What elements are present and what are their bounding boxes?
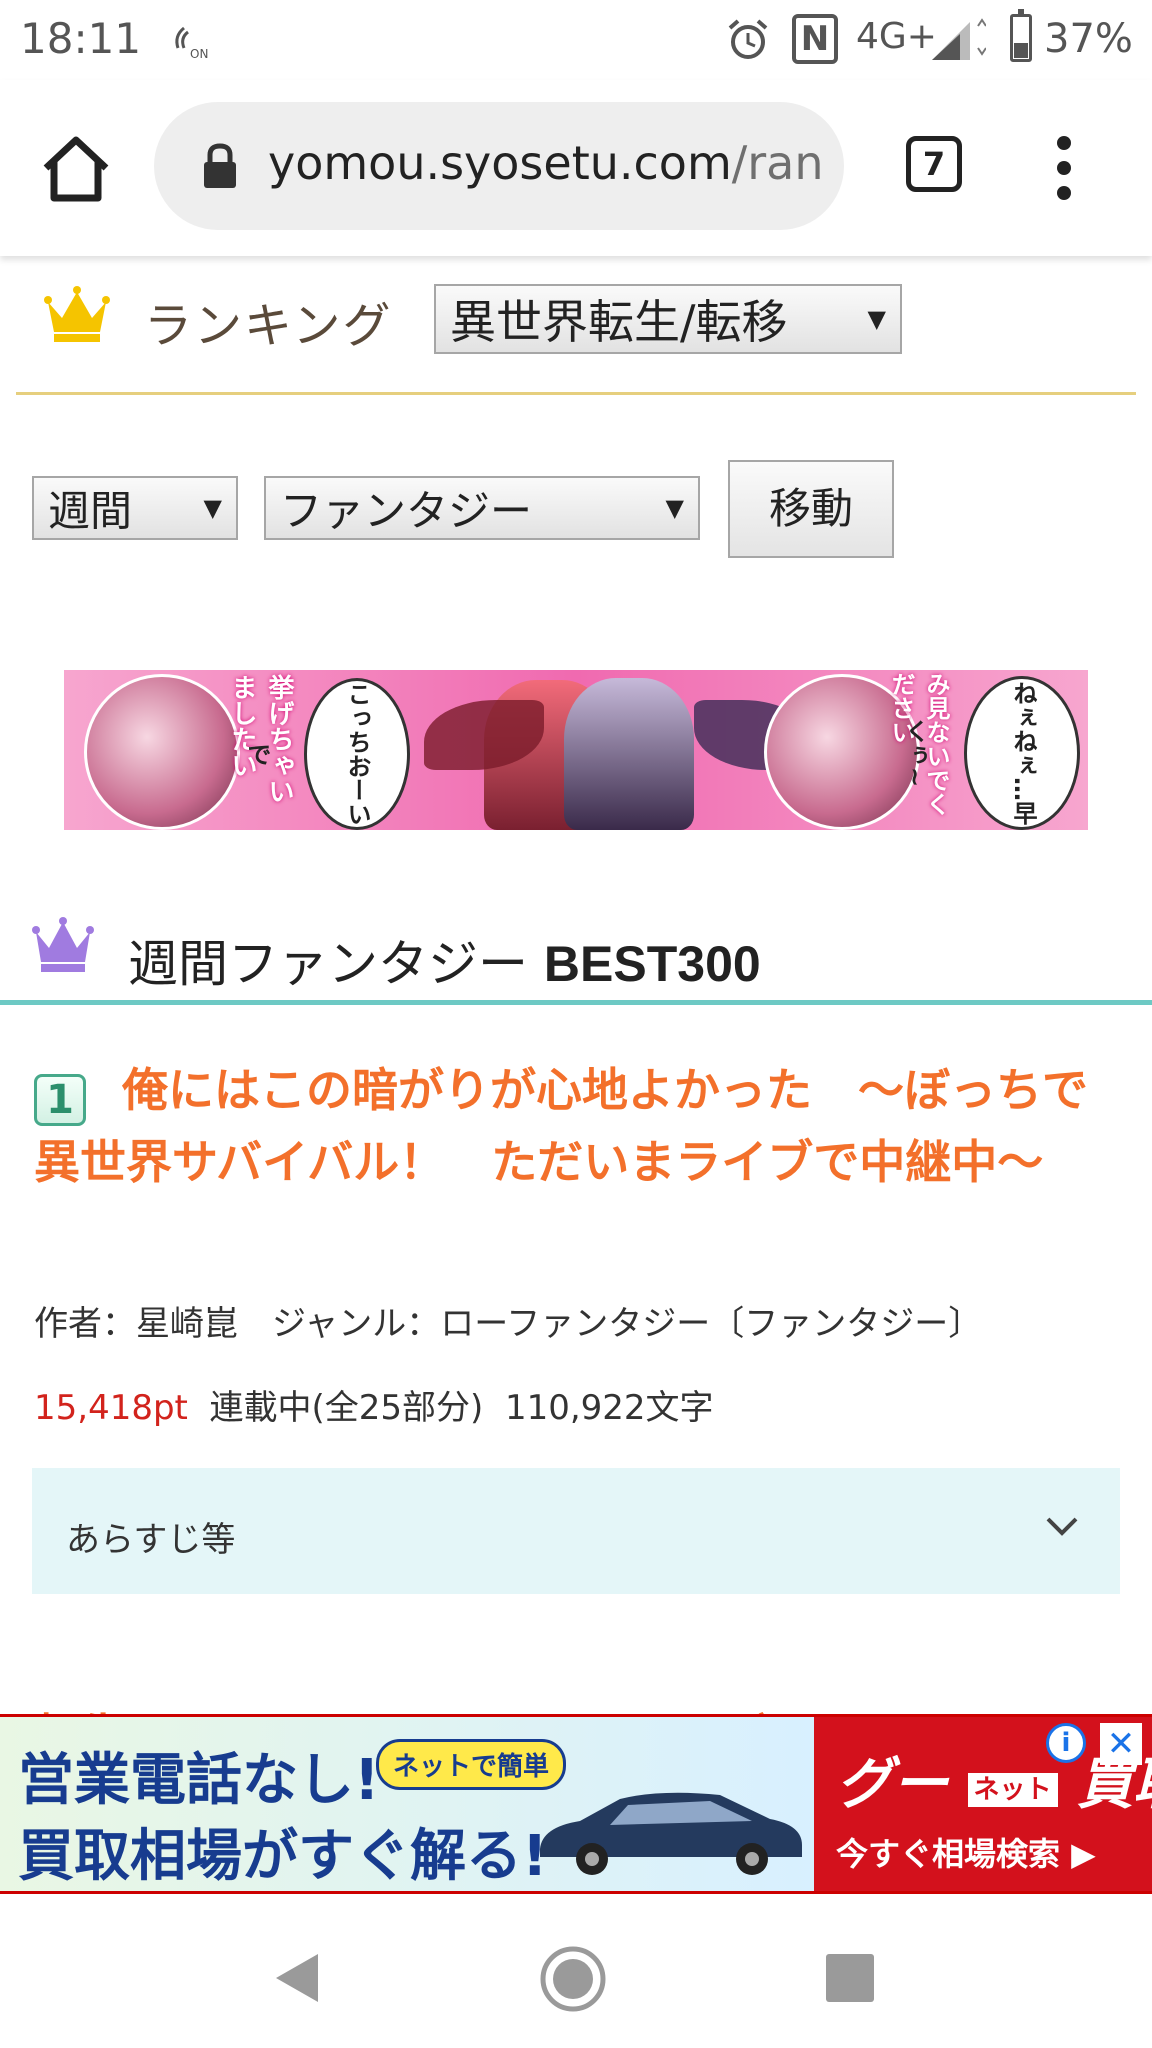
crown-purple-icon	[32, 917, 94, 972]
overflow-menu-icon[interactable]	[1050, 132, 1080, 204]
bottom-ad-line2: 買取相場がすぐ解る!	[18, 1824, 548, 1889]
ad-close-icon[interactable]: ✕	[1100, 1723, 1142, 1765]
ad-character-figure	[564, 678, 694, 830]
section-divider	[0, 1000, 1152, 1005]
battery-icon	[1010, 9, 1032, 62]
url-host: yomou.syosetu.com	[268, 136, 732, 190]
svg-text:ON: ON	[190, 47, 208, 61]
ad-character-image	[84, 674, 240, 830]
genre-select-value: 異世界転生/転移	[450, 295, 788, 349]
navigation-bar	[0, 1900, 1152, 2048]
chevron-down-icon	[1046, 1517, 1078, 1536]
banner-ad[interactable]: 挙げちゃいましたい こっちおーいで み見ないでください ねぇねぇ…早くぅ~	[64, 670, 1088, 830]
brand-name: グー	[836, 1752, 948, 1817]
alarm-icon	[728, 19, 768, 59]
page-title: ランキング	[144, 298, 393, 354]
lock-icon	[204, 143, 236, 188]
address-bar[interactable]: yomou.syosetu.com/ran	[154, 102, 844, 230]
genre-select[interactable]: 異世界転生/転移 ▼	[434, 284, 902, 354]
section-title-text: 週間ファンタジー	[128, 935, 544, 993]
ad-info-icon[interactable]: i	[1046, 1723, 1086, 1763]
car-image	[540, 1792, 802, 1875]
home-icon[interactable]	[36, 132, 116, 204]
bottom-ad-left: 営業電話なし! 買取相場がすぐ解る! ネットで簡単	[0, 1717, 814, 1891]
novel-title-link[interactable]: 俺にはこの暗がりが心地よかった ～ぼっちで異世界サバイバル！ ただいまライブで中…	[34, 1054, 1124, 1198]
dropdown-arrow-icon: ▼	[203, 494, 222, 522]
crown-gold-icon	[44, 286, 110, 342]
home-nav-icon[interactable]	[538, 1944, 608, 2014]
bottom-ad[interactable]: 営業電話なし! 買取相場がすぐ解る! ネットで簡単 グー ネット 買取 今すぐ相…	[0, 1714, 1152, 1894]
signal-icon	[932, 18, 986, 60]
tab-switcher-button[interactable]: 7	[906, 136, 962, 192]
nfc-on-icon: ON	[175, 26, 208, 61]
url-text: yomou.syosetu.com/ran	[268, 136, 828, 190]
dropdown-arrow-icon: ▼	[867, 305, 886, 333]
novel-char-count: 110,922文字	[504, 1388, 714, 1428]
move-button[interactable]: 移動	[728, 460, 894, 558]
url-path: /ran	[731, 136, 824, 190]
section-title-best: BEST300	[543, 936, 761, 992]
network-type: 4G+	[856, 16, 937, 57]
status-bar: 18:11 ON N 4G+ 37%	[0, 0, 1152, 80]
novel-status: 連載中(全25部分)	[209, 1388, 484, 1428]
header-divider	[16, 392, 1136, 395]
ad-speech-bubble: こっちおーいで	[243, 678, 410, 830]
dropdown-arrow-icon: ▼	[665, 494, 684, 522]
recents-icon[interactable]	[826, 1954, 874, 2002]
novel-points: 15,418pt	[34, 1388, 188, 1428]
bottom-ad-line1: 営業電話なし!	[18, 1748, 380, 1813]
bottom-ad-cta: 今すぐ相場検索 ▶	[836, 1835, 1096, 1873]
battery-percent: 37%	[1044, 16, 1133, 62]
ad-speech-bubble: ねぇねぇ…早くぅ~	[901, 676, 1080, 830]
status-time: 18:11	[20, 14, 142, 63]
browser-toolbar: yomou.syosetu.com/ran 7	[0, 80, 1152, 256]
synopsis-label: あらすじ等	[66, 1520, 236, 1560]
nfc-icon: N	[792, 14, 838, 64]
period-select-value: 週間	[48, 486, 133, 536]
novel-meta: 作者：星崎崑 ジャンル：ローファンタジー〔ファンタジー〕	[34, 1304, 983, 1344]
synopsis-toggle[interactable]: あらすじ等	[32, 1468, 1120, 1594]
period-select[interactable]: 週間 ▼	[32, 476, 238, 540]
category-select[interactable]: ファンタジー ▼	[264, 476, 700, 540]
brand-net: ネット	[967, 1773, 1058, 1808]
category-select-value: ファンタジー	[280, 486, 533, 536]
back-icon[interactable]	[270, 1950, 326, 2006]
novel-stats: 15,418pt 連載中(全25部分) 110,922文字	[34, 1380, 714, 1429]
section-title: 週間ファンタジー BEST300	[128, 924, 761, 996]
